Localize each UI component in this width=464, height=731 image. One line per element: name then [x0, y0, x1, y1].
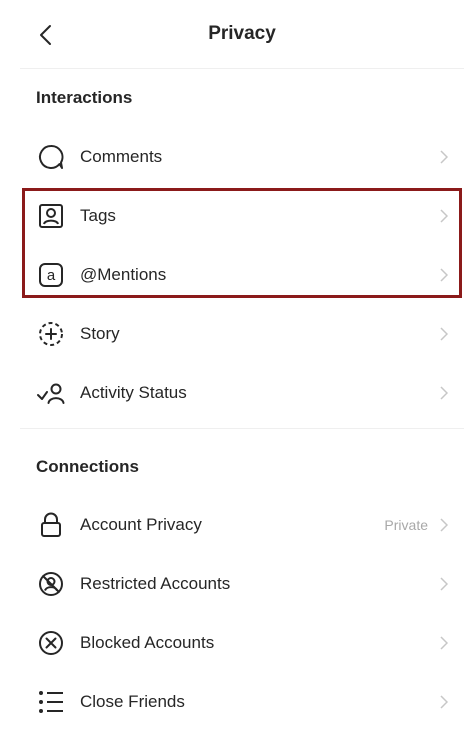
header: Privacy: [20, 0, 464, 69]
chevron-right-icon: [438, 326, 450, 342]
comment-bubble-icon: [36, 142, 66, 172]
chevron-right-icon: [438, 149, 450, 165]
blocked-icon: [36, 628, 66, 658]
row-comments[interactable]: Comments: [20, 127, 464, 186]
chevron-right-icon: [438, 267, 450, 283]
row-label: Comments: [80, 146, 163, 166]
tag-person-icon: [36, 201, 66, 231]
activity-status-icon: [36, 378, 66, 408]
row-story[interactable]: Story: [20, 304, 464, 363]
back-button[interactable]: [32, 22, 58, 48]
row-label: Account Privacy: [80, 514, 202, 534]
row-close-friends[interactable]: Close Friends: [20, 672, 464, 731]
section-title-connections: Connections: [36, 457, 139, 476]
at-sign-icon: a: [36, 260, 66, 290]
row-label: Restricted Accounts: [80, 573, 231, 593]
lock-icon: [36, 510, 66, 540]
chevron-right-icon: [438, 208, 450, 224]
row-account-privacy[interactable]: Account Privacy Private: [20, 495, 464, 554]
close-friends-list-icon: [36, 687, 66, 717]
row-mentions[interactable]: a @Mentions: [20, 245, 464, 304]
row-label: Story: [80, 323, 120, 343]
row-activity-status[interactable]: Activity Status: [20, 363, 464, 422]
chevron-right-icon: [438, 635, 450, 651]
privacy-screen: Privacy Interactions Comments Tags a @Me…: [20, 0, 464, 713]
section-divider: [20, 428, 464, 439]
story-plus-icon: [36, 319, 66, 349]
chevron-right-icon: [438, 517, 450, 533]
row-label: Blocked Accounts: [80, 632, 215, 652]
row-label: @Mentions: [80, 264, 167, 284]
section-title-interactions: Interactions: [36, 88, 133, 107]
restricted-icon: [36, 569, 66, 599]
chevron-right-icon: [438, 694, 450, 710]
chevron-right-icon: [438, 385, 450, 401]
row-label: Tags: [80, 205, 116, 225]
row-label: Activity Status: [80, 382, 187, 402]
row-blocked-accounts[interactable]: Blocked Accounts: [20, 613, 464, 672]
row-label: Close Friends: [80, 691, 185, 711]
chevron-left-icon: [38, 24, 52, 46]
row-tags[interactable]: Tags: [20, 186, 464, 245]
page-title: Privacy: [208, 23, 276, 44]
svg-text:a: a: [47, 267, 56, 284]
chevron-right-icon: [438, 576, 450, 592]
row-restricted-accounts[interactable]: Restricted Accounts: [20, 554, 464, 613]
account-privacy-value: Private: [384, 516, 428, 533]
